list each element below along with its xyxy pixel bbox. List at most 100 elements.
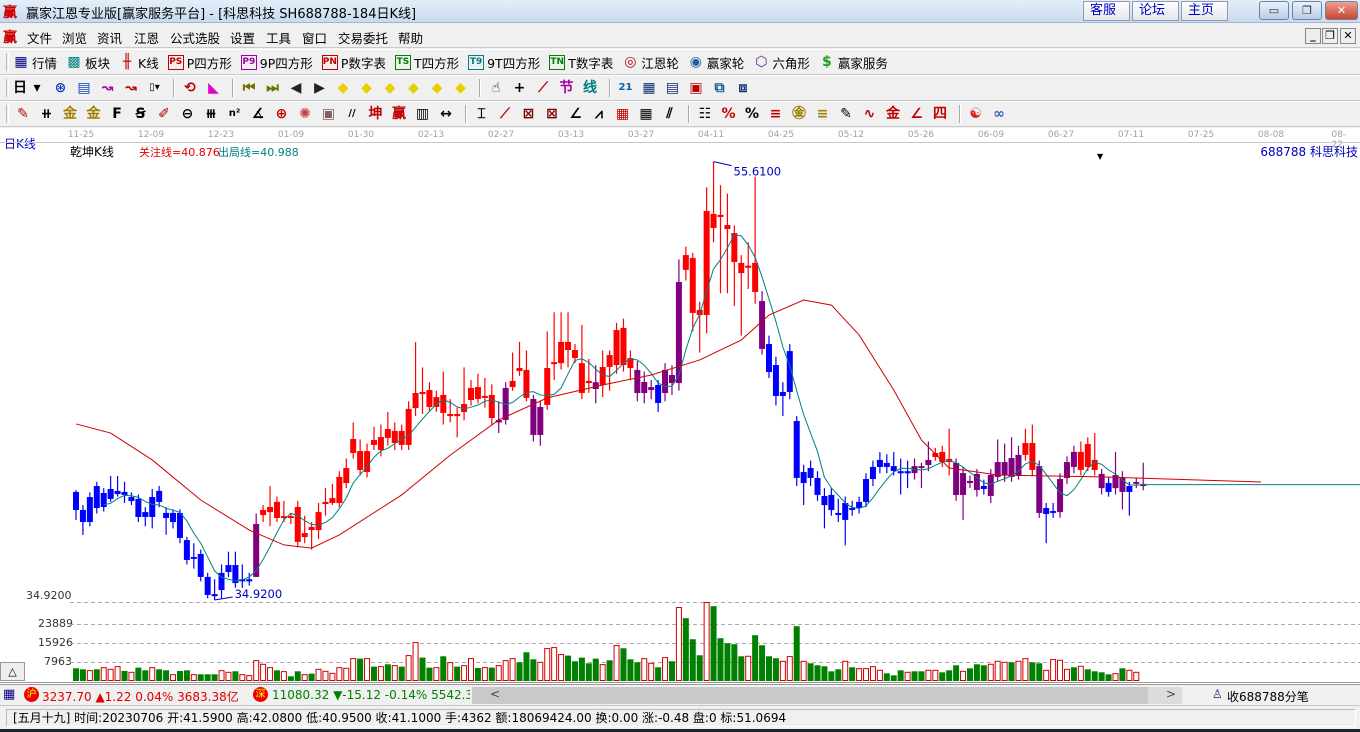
scrollbar-thumb[interactable] bbox=[472, 687, 1148, 704]
fan-icon[interactable]: ✐ bbox=[154, 104, 174, 124]
period-selector[interactable]: 日 bbox=[13, 78, 27, 98]
toolbar-9t-square-button[interactable]: T9 9T四方形 bbox=[468, 53, 540, 72]
si-icon[interactable]: 四 bbox=[930, 104, 950, 124]
grid-icon[interactable]: ▦ bbox=[613, 104, 633, 124]
percent-line-icon[interactable]: % bbox=[719, 104, 739, 124]
shanghai-index[interactable]: 3237.70 ▲1.22 0.04% 3683.38亿 bbox=[42, 688, 239, 705]
toolbar-winner-wheel-button[interactable]: ◉ 赢家轮 bbox=[688, 53, 745, 72]
horizontal-scrollbar[interactable]: < > bbox=[472, 687, 1182, 704]
close-button[interactable]: ✕ bbox=[1325, 1, 1358, 20]
toolbar-quotes-button[interactable]: ▦ 行情 bbox=[13, 53, 57, 72]
forum-button[interactable]: 论坛 bbox=[1132, 1, 1179, 21]
square-n-icon[interactable]: n² bbox=[225, 104, 245, 124]
gold-levels-icon[interactable]: ≡ bbox=[813, 104, 833, 124]
menu-gann[interactable]: 江恩 bbox=[134, 28, 159, 47]
grid-lines-icon[interactable]: ⧻ bbox=[201, 104, 221, 124]
cycle-icon[interactable]: Ꞩ bbox=[131, 104, 151, 124]
network-icon[interactable]: ⧉ bbox=[710, 78, 730, 98]
toolbar-winner-service-button[interactable]: $ 赢家服务 bbox=[819, 53, 888, 72]
sine-icon[interactable]: ∿ bbox=[860, 104, 880, 124]
zoom-all-icon[interactable]: ◆ bbox=[427, 78, 447, 98]
wave-icon[interactable]: ⩘ bbox=[589, 104, 609, 124]
measure-icon[interactable]: ↔ bbox=[436, 104, 456, 124]
menu-help[interactable]: 帮助 bbox=[398, 28, 423, 47]
menu-settings[interactable]: 设置 bbox=[230, 28, 255, 47]
toolbar-p-number-table-button[interactable]: PN P数字表 bbox=[321, 53, 386, 72]
first-icon[interactable]: ⏮ bbox=[239, 78, 259, 98]
toolbar-t-number-table-button[interactable]: TN T数字表 bbox=[549, 53, 613, 72]
analysis-icon[interactable]: ⊛ bbox=[51, 78, 71, 98]
percent-levels-icon[interactable]: ≡ bbox=[766, 104, 786, 124]
mdi-close-button[interactable]: ✕ bbox=[1340, 28, 1356, 44]
gann-square-icon[interactable]: ⊠ bbox=[542, 104, 562, 124]
menu-tools[interactable]: 工具 bbox=[266, 28, 291, 47]
angle-2-icon[interactable]: ∠ bbox=[907, 104, 927, 124]
candle-type-icon[interactable]: ▯▾ bbox=[145, 78, 165, 98]
radar-icon[interactable]: ✺ bbox=[295, 104, 315, 124]
section-icon[interactable]: 节 bbox=[557, 78, 577, 98]
toolbar-gann-wheel-button[interactable]: ◎ 江恩轮 bbox=[622, 53, 679, 72]
period-dropdown-icon[interactable]: ▾ bbox=[27, 78, 47, 98]
hatch-icon[interactable]: ⫽ bbox=[660, 104, 680, 124]
gold-ratio-1-icon[interactable]: 金 bbox=[60, 104, 80, 124]
restore-button[interactable]: ❐ bbox=[1292, 1, 1322, 20]
toolbar-grip[interactable] bbox=[6, 53, 9, 71]
homepage-button[interactable]: 主页 bbox=[1181, 1, 1228, 21]
win-icon[interactable]: 赢 bbox=[389, 104, 409, 124]
toolbar-grip[interactable] bbox=[6, 105, 9, 123]
calendar-icon[interactable]: ▦ bbox=[3, 687, 15, 702]
pen-icon[interactable]: ✎ bbox=[13, 104, 33, 124]
mdi-minimize-button[interactable]: _ bbox=[1305, 28, 1321, 44]
scroll-left-button[interactable]: < bbox=[490, 687, 500, 701]
flag-icon[interactable]: ◣ bbox=[204, 78, 224, 98]
left-icon[interactable]: ◀ bbox=[286, 78, 306, 98]
export-icon[interactable]: ⧈ bbox=[733, 78, 753, 98]
infinity-icon[interactable]: ∞ bbox=[989, 104, 1009, 124]
fibonacci-icon[interactable]: F bbox=[107, 104, 127, 124]
toolbar-hexagon-button[interactable]: ⬡ 六角形 bbox=[753, 53, 810, 72]
crosshair-icon[interactable]: + bbox=[510, 78, 530, 98]
line-draw-icon[interactable]: ⟋ bbox=[533, 78, 553, 98]
zoom-vertical-icon[interactable]: ◆ bbox=[451, 78, 471, 98]
shrink-icon[interactable]: ◆ bbox=[404, 78, 424, 98]
save-icon[interactable]: ▣ bbox=[686, 78, 706, 98]
toolbar-kline-button[interactable]: ╫ K线 bbox=[119, 53, 159, 72]
notes-icon[interactable]: ▤ bbox=[74, 78, 94, 98]
grid-2-icon[interactable]: ▦ bbox=[636, 104, 656, 124]
toolbar-grip[interactable] bbox=[6, 79, 9, 97]
menu-news[interactable]: 资讯 bbox=[97, 28, 122, 47]
move-right-icon[interactable]: ◆ bbox=[357, 78, 377, 98]
tick-data-button[interactable]: 收688788分笔 bbox=[1227, 688, 1309, 705]
menu-window[interactable]: 窗口 bbox=[302, 28, 327, 47]
move-left-icon[interactable]: ◆ bbox=[333, 78, 353, 98]
chart-3-icon[interactable]: ↝ bbox=[98, 78, 118, 98]
expand-icon[interactable]: ◆ bbox=[380, 78, 400, 98]
line-icon[interactable]: 线 bbox=[580, 78, 600, 98]
menu-formula-screening[interactable]: 公式选股 bbox=[170, 28, 220, 47]
pencil-icon[interactable]: ✎ bbox=[836, 104, 856, 124]
gold-circle-icon[interactable]: ㊎ bbox=[789, 104, 809, 124]
customer-service-button[interactable]: 客服 bbox=[1083, 1, 1130, 21]
gold-icon[interactable]: 金 bbox=[883, 104, 903, 124]
refresh-icon[interactable]: ⟲ bbox=[180, 78, 200, 98]
circle-icon[interactable]: ⊖ bbox=[178, 104, 198, 124]
toolbar-sectors-button[interactable]: ▩ 板块 bbox=[66, 53, 110, 72]
scroll-right-button[interactable]: > bbox=[1166, 687, 1176, 701]
last-icon[interactable]: ⏭ bbox=[263, 78, 283, 98]
gann-fan-icon[interactable]: ⟋ bbox=[495, 104, 515, 124]
notebook-icon[interactable]: ▤ bbox=[663, 78, 683, 98]
menu-browse[interactable]: 浏览 bbox=[62, 28, 87, 47]
gold-ratio-2-icon[interactable]: 金 bbox=[84, 104, 104, 124]
box-icon[interactable]: ▣ bbox=[319, 104, 339, 124]
minimize-button[interactable]: ▭ bbox=[1259, 1, 1289, 20]
shenzhen-index[interactable]: 11080.32 ▼-15.12 -0.14% 5542.38 bbox=[272, 688, 470, 702]
calendar-icon[interactable]: 21 bbox=[616, 78, 636, 98]
kun-icon[interactable]: 坤 bbox=[366, 104, 386, 124]
frame-icon[interactable]: ⌶ bbox=[472, 104, 492, 124]
angle-lines-icon[interactable]: ∠ bbox=[566, 104, 586, 124]
chart-9-icon[interactable]: ↝ bbox=[121, 78, 141, 98]
yin-yang-icon[interactable]: ☯ bbox=[966, 104, 986, 124]
menu-file[interactable]: 文件 bbox=[27, 28, 52, 47]
toolbar-t-square-button[interactable]: TS T四方形 bbox=[394, 53, 459, 72]
target-icon[interactable]: ⊕ bbox=[272, 104, 292, 124]
